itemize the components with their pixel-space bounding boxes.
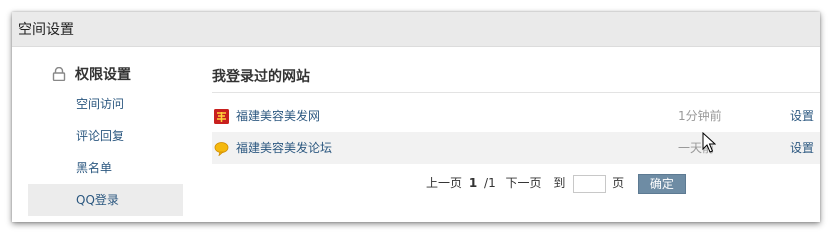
sidebar-item-blacklist[interactable]: 黑名单 (28, 152, 183, 184)
window-title: 空间设置 (18, 22, 74, 38)
site-link[interactable]: 福建美容美发网 (236, 100, 320, 132)
mouse-cursor-icon (702, 132, 716, 153)
divider (212, 92, 820, 93)
sidebar-item-qq-login[interactable]: QQ登录 (28, 184, 183, 216)
sidebar-item-comment-reply[interactable]: 评论回复 (28, 120, 183, 152)
sidebar-item-space-visit[interactable]: 空间访问 (28, 88, 183, 120)
table-row: 福建美容美发论坛 一天前 设置 (212, 132, 820, 164)
pagination: 上一页 1 /1 下一页 到 页 确定 (426, 172, 686, 194)
settings-window: 空间设置 权限设置 空间访问 评论回复 黑名单 QQ登录 我登录过的网站 福建美… (12, 12, 820, 222)
red-logo-icon (214, 109, 229, 124)
total-pages: /1 (484, 176, 496, 190)
login-time: 1分钟前 (678, 109, 722, 123)
settings-link[interactable]: 设置 (790, 132, 814, 164)
confirm-button[interactable]: 确定 (637, 173, 686, 194)
main-panel: 我登录过的网站 福建美容美发网 1分钟前 设置 福建美容美发论坛 一天前 设置 … (212, 58, 820, 222)
sidebar-item-label: QQ登录 (76, 193, 119, 207)
current-page: 1 (468, 176, 478, 190)
yellow-bubble-icon (214, 142, 229, 156)
sidebar-item-label: 评论回复 (76, 129, 125, 143)
goto-label: 到 (553, 176, 566, 190)
sidebar-heading-label: 权限设置 (75, 67, 131, 83)
sidebar: 权限设置 空间访问 评论回复 黑名单 QQ登录 (28, 58, 183, 220)
prev-page-link[interactable]: 上一页 (426, 176, 462, 190)
lock-icon (52, 67, 66, 81)
next-page-link[interactable]: 下一页 (506, 176, 542, 190)
site-link[interactable]: 福建美容美发论坛 (236, 132, 332, 164)
table-row: 福建美容美发网 1分钟前 设置 (212, 100, 820, 132)
page-number-input[interactable] (573, 174, 607, 193)
sidebar-item-label: 黑名单 (76, 161, 113, 175)
title-bar: 空间设置 (12, 12, 820, 47)
sidebar-item-label: 空间访问 (76, 97, 125, 111)
page-unit-label: 页 (612, 176, 625, 190)
settings-link[interactable]: 设置 (790, 100, 814, 132)
section-title: 我登录过的网站 (212, 69, 310, 85)
